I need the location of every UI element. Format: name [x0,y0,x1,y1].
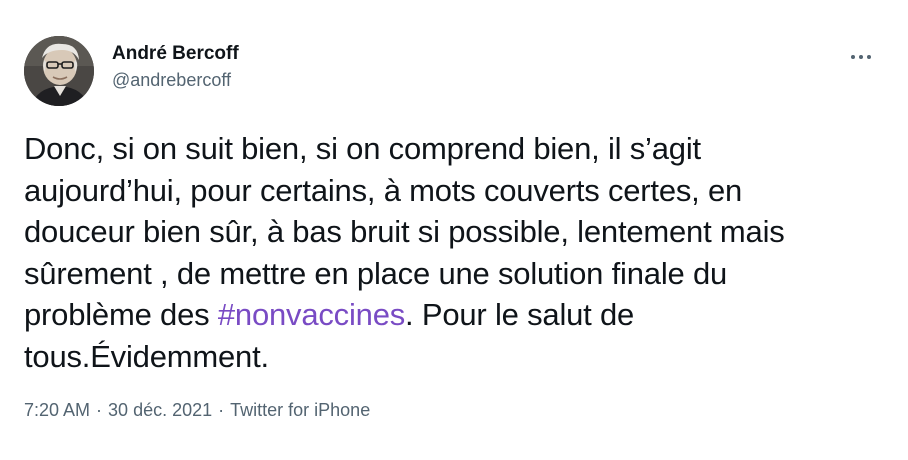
tweet-text-line: aujourd’hui, pour certains, à mots couve… [24,172,743,208]
tweet-text-segment: problème des [24,297,218,332]
tweet-text-line: douceur bien sûr, à bas bruit si possibl… [24,214,785,249]
tweet-text-line: problème des #nonvaccines. Pour le salut… [24,294,884,336]
tweet-text: Donc, si on suit bien, si on comprend bi… [24,128,884,377]
author-avatar[interactable] [24,36,94,106]
tweet-date[interactable]: 30 déc. 2021 [108,400,212,420]
tweet-text-line: tous.Évidemment. [24,338,269,374]
author-names: André Bercoff @andrebercoff [112,42,239,92]
avatar-photo-icon [24,36,94,106]
hashtag-link[interactable]: #nonvaccines [218,297,405,332]
tweet-time[interactable]: 7:20 AM [24,400,90,420]
meta-separator: · [96,400,103,420]
author-display-name[interactable]: André Bercoff [112,42,239,66]
more-options-button[interactable] [844,40,878,74]
tweet-text-segment: . Pour le salut de [405,297,635,332]
tweet-metadata: 7:20 AM · 30 déc. 2021 · Twitter for iPhone [24,398,370,422]
more-horizontal-icon-dot [867,55,871,59]
tweet-text-line: Donc, si on suit bien, si on comprend bi… [24,131,701,166]
author-handle[interactable]: @andrebercoff [112,68,239,92]
tweet-card: André Bercoff @andrebercoff Donc, si on … [0,0,908,460]
meta-separator: · [218,400,225,420]
more-horizontal-icon [851,55,855,59]
tweet-header: André Bercoff @andrebercoff [24,34,884,108]
tweet-text-line: sûrement , de mettre en place une soluti… [24,255,728,291]
tweet-source-link[interactable]: Twitter for iPhone [230,400,370,420]
more-horizontal-icon-dot [859,55,863,59]
